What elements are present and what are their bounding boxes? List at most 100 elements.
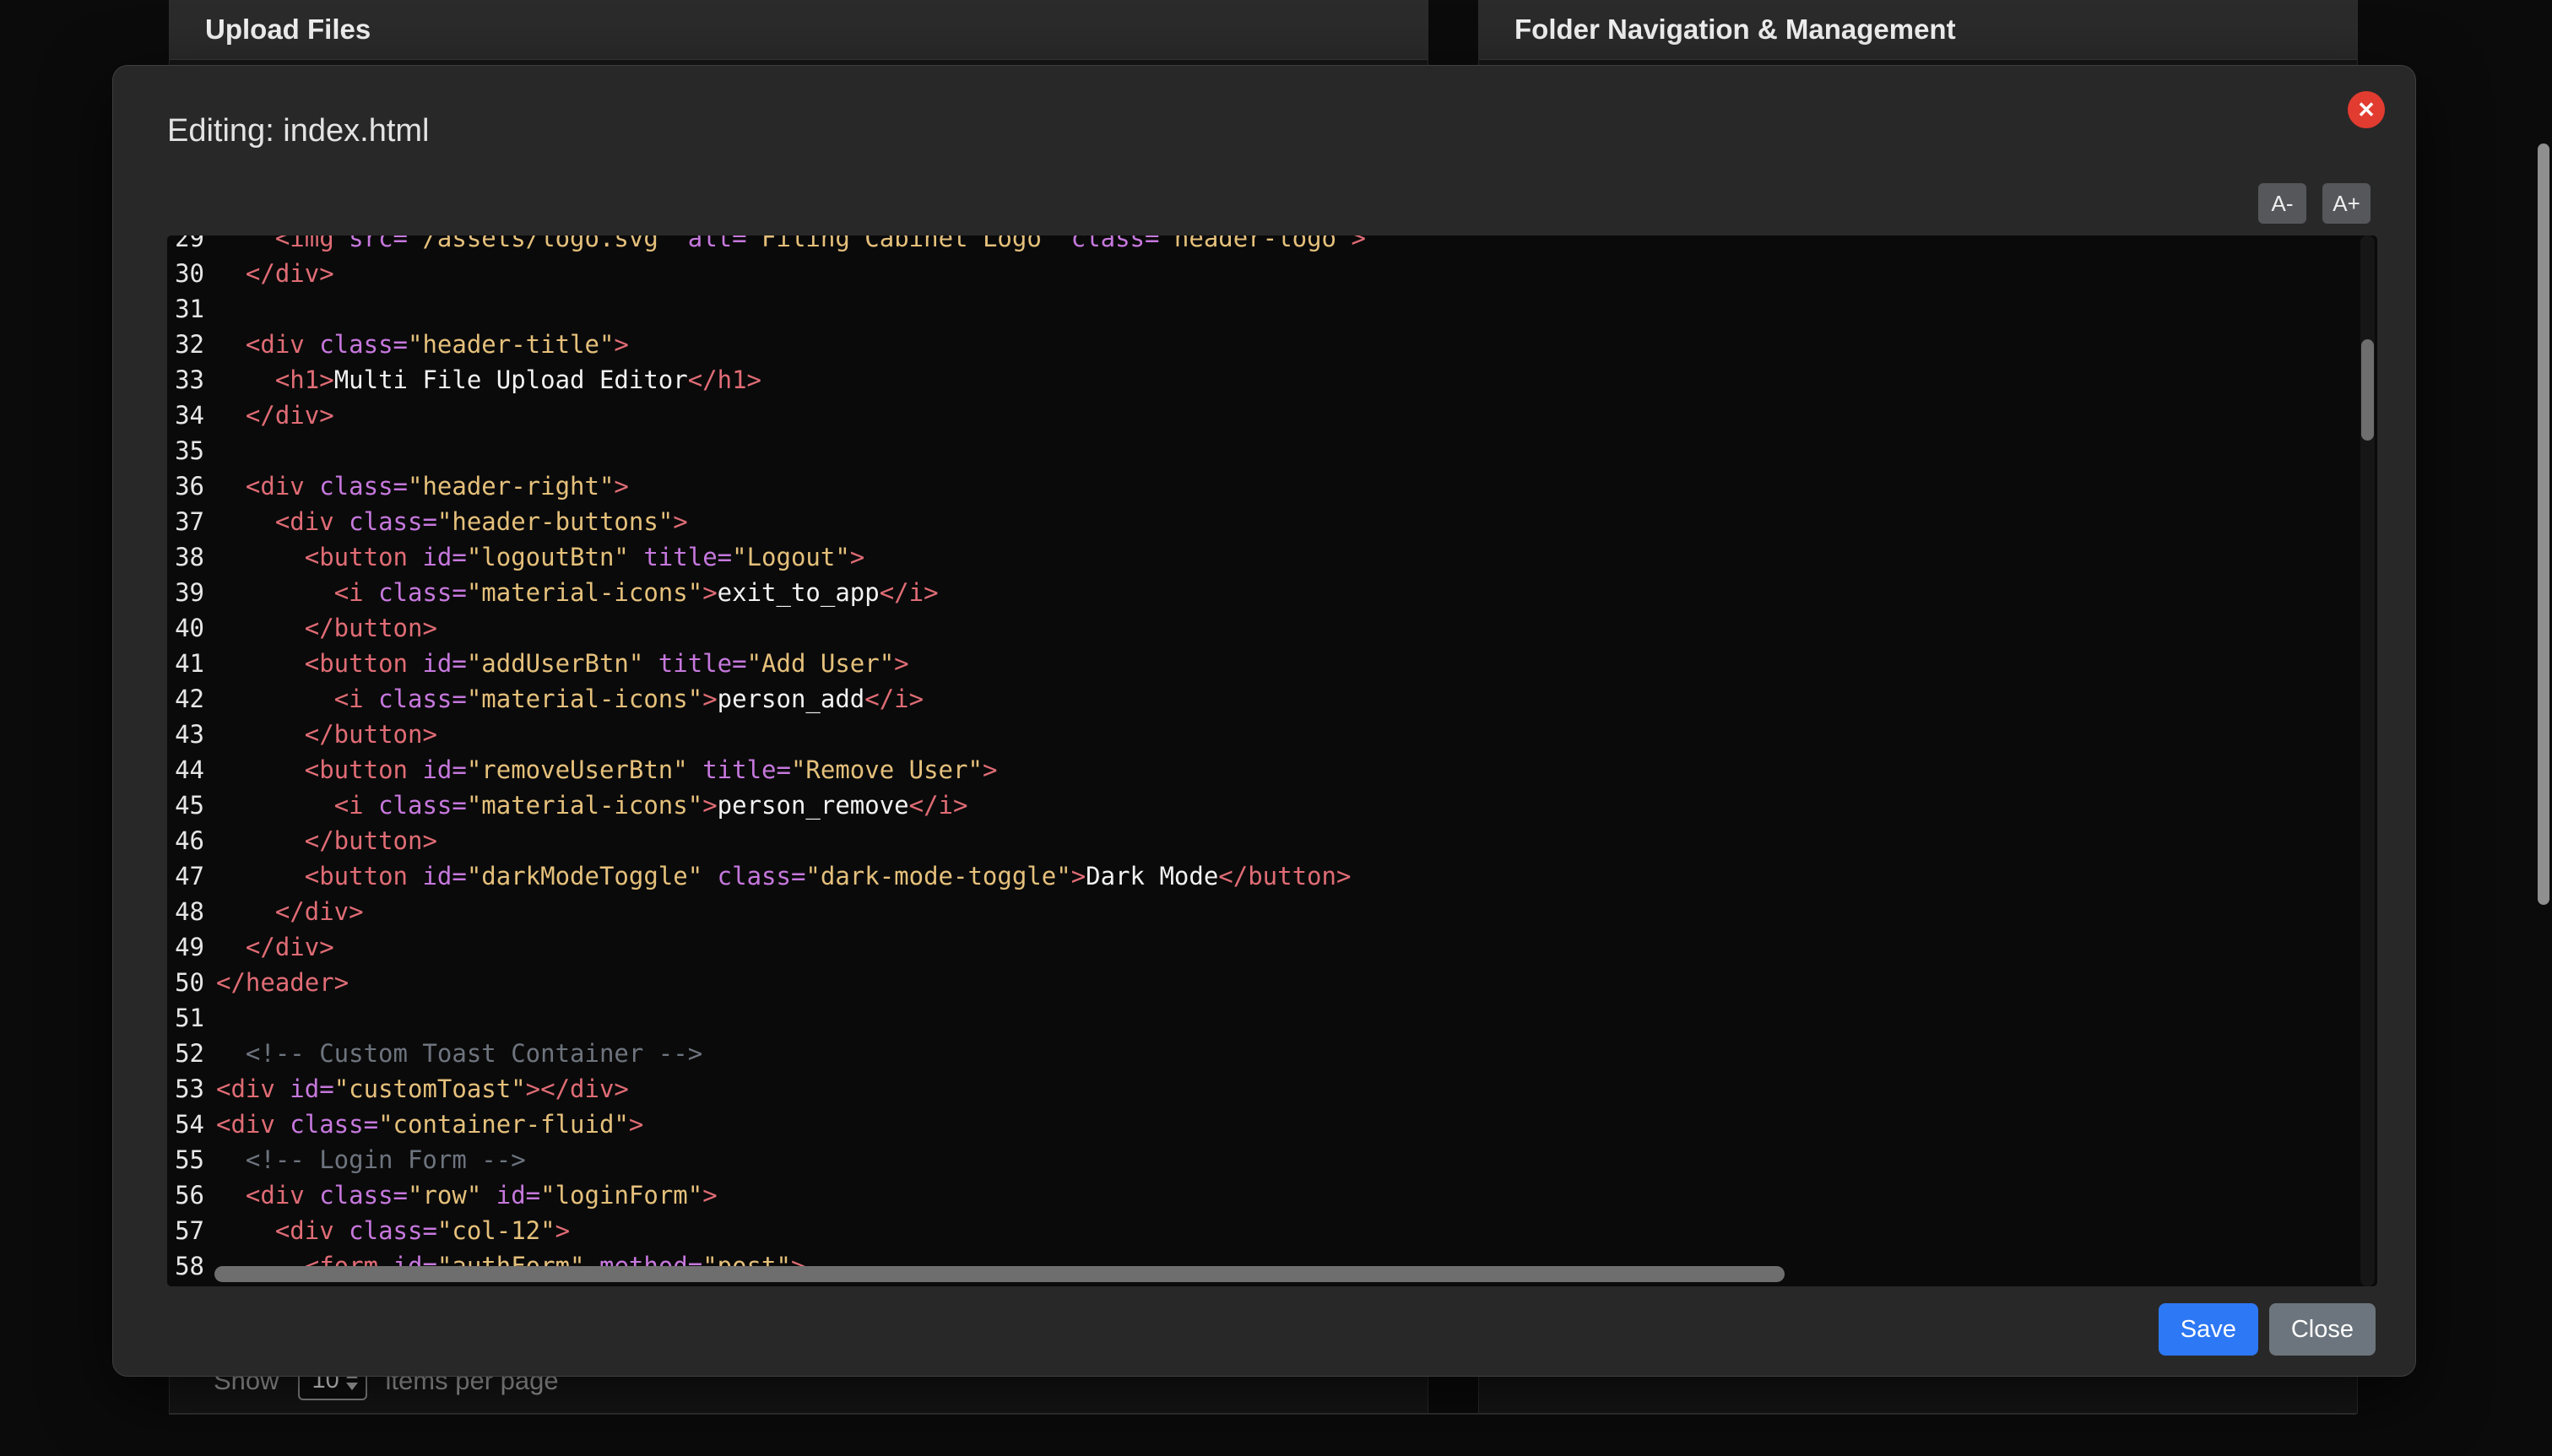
code-line: 47 <button id="darkModeToggle" class="da… [167,858,2377,894]
upload-files-panel-header: Upload Files [170,0,1428,60]
code-line-content: </div> [216,398,2377,433]
line-number: 38 [167,539,204,575]
line-number: 40 [167,610,204,646]
close-button[interactable]: Close [2269,1303,2376,1356]
code-line: 36 <div class="header-right"> [167,468,2377,504]
code-line-content: <div class="row" id="loginForm"> [216,1177,2377,1213]
code-line-content: <div class="header-title"> [216,327,2377,362]
modal-actions: Save Close [2159,1303,2376,1356]
line-number: 37 [167,504,204,539]
code-line-content: </header> [216,965,2377,1000]
edit-file-modal: Editing: index.html ✕ A- A+ 29 <img src=… [112,65,2416,1377]
code-line: 48 </div> [167,894,2377,929]
line-number: 42 [167,681,204,717]
code-line: 31 [167,291,2377,327]
code-line: 39 <i class="material-icons">exit_to_app… [167,575,2377,610]
line-number: 43 [167,717,204,752]
page-scrollbar-thumb[interactable] [2538,143,2549,905]
line-number: 46 [167,823,204,858]
code-line-content: <img src="/assets/logo.svg" alt="Filing … [216,235,2377,256]
code-line-content: </button> [216,717,2377,752]
upload-files-panel-title: Upload Files [205,14,371,46]
code-line-content: <button id="addUserBtn" title="Add User"… [216,646,2377,681]
code-line-content: </div> [216,894,2377,929]
code-line: 53 <div id="customToast"></div> [167,1071,2377,1107]
close-icon: ✕ [2357,99,2376,121]
code-line-content: <button id="darkModeToggle" class="dark-… [216,858,2377,894]
code-line-content: </button> [216,610,2377,646]
line-number: 48 [167,894,204,929]
code-line-content [216,1000,2377,1036]
line-number: 56 [167,1177,204,1213]
code-line-content: </div> [216,256,2377,291]
code-line: 43 </button> [167,717,2377,752]
page-scrollbar[interactable] [2537,0,2550,1456]
code-lines: 29 <img src="/assets/logo.svg" alt="Fili… [167,235,2377,1284]
font-size-controls: A- A+ [2258,183,2370,224]
line-number: 39 [167,575,204,610]
line-number: 49 [167,929,204,965]
code-line: 49 </div> [167,929,2377,965]
folder-navigation-panel-title: Folder Navigation & Management [1514,14,1956,46]
line-number: 36 [167,468,204,504]
modal-close-button[interactable]: ✕ [2348,91,2385,128]
code-line-content: <div class="header-buttons"> [216,504,2377,539]
code-line: 52 <!-- Custom Toast Container --> [167,1036,2377,1071]
code-line: 32 <div class="header-title"> [167,327,2377,362]
line-number: 33 [167,362,204,398]
editor-vertical-scrollbar-thumb[interactable] [2361,339,2374,441]
code-line-content: <div id="customToast"></div> [216,1071,2377,1107]
line-number: 31 [167,291,204,327]
code-line: 34 </div> [167,398,2377,433]
line-number: 32 [167,327,204,362]
line-number: 53 [167,1071,204,1107]
code-line-content: </div> [216,929,2377,965]
code-line: 46 </button> [167,823,2377,858]
code-line-content: <!-- Custom Toast Container --> [216,1036,2377,1071]
line-number: 52 [167,1036,204,1071]
code-line-content: <!-- Login Form --> [216,1142,2377,1177]
code-line: 35 [167,433,2377,468]
line-number: 50 [167,965,204,1000]
code-line: 41 <button id="addUserBtn" title="Add Us… [167,646,2377,681]
code-line-content: <div class="container-fluid"> [216,1107,2377,1142]
code-line: 40 </button> [167,610,2377,646]
line-number: 51 [167,1000,204,1036]
code-line-content: <button id="removeUserBtn" title="Remove… [216,752,2377,788]
code-line-content: <i class="material-icons">exit_to_app</i… [216,575,2377,610]
code-line: 45 <i class="material-icons">person_remo… [167,788,2377,823]
save-button[interactable]: Save [2159,1303,2258,1356]
editor-vertical-scrollbar[interactable] [2360,235,2375,1286]
line-number: 54 [167,1107,204,1142]
code-line-content [216,291,2377,327]
code-line: 37 <div class="header-buttons"> [167,504,2377,539]
code-line-content: <h1>Multi File Upload Editor</h1> [216,362,2377,398]
line-number: 41 [167,646,204,681]
line-number: 30 [167,256,204,291]
line-number: 57 [167,1213,204,1248]
code-line: 54 <div class="container-fluid"> [167,1107,2377,1142]
code-line: 44 <button id="removeUserBtn" title="Rem… [167,752,2377,788]
code-editor[interactable]: 29 <img src="/assets/logo.svg" alt="Fili… [167,235,2377,1286]
editor-horizontal-scrollbar[interactable] [167,1266,2377,1283]
line-number: 35 [167,433,204,468]
folder-navigation-panel-header: Folder Navigation & Management [1479,0,2357,60]
code-line-content: <button id="logoutBtn" title="Logout"> [216,539,2377,575]
editor-horizontal-scrollbar-thumb[interactable] [214,1266,1785,1282]
code-line-content: </button> [216,823,2377,858]
line-number: 29 [167,235,204,256]
font-increase-button[interactable]: A+ [2322,183,2370,224]
code-line-content [216,433,2377,468]
code-line: 55 <!-- Login Form --> [167,1142,2377,1177]
code-line: 42 <i class="material-icons">person_add<… [167,681,2377,717]
line-number: 47 [167,858,204,894]
code-line-content: <i class="material-icons">person_add</i> [216,681,2377,717]
code-line-content: <div class="header-right"> [216,468,2377,504]
font-decrease-button[interactable]: A- [2258,183,2306,224]
code-line-content: <div class="col-12"> [216,1213,2377,1248]
code-line: 38 <button id="logoutBtn" title="Logout"… [167,539,2377,575]
code-line: 50 </header> [167,965,2377,1000]
panel-bottom-divider [169,1413,2356,1415]
code-line: 33 <h1>Multi File Upload Editor</h1> [167,362,2377,398]
code-line-content: <i class="material-icons">person_remove<… [216,788,2377,823]
